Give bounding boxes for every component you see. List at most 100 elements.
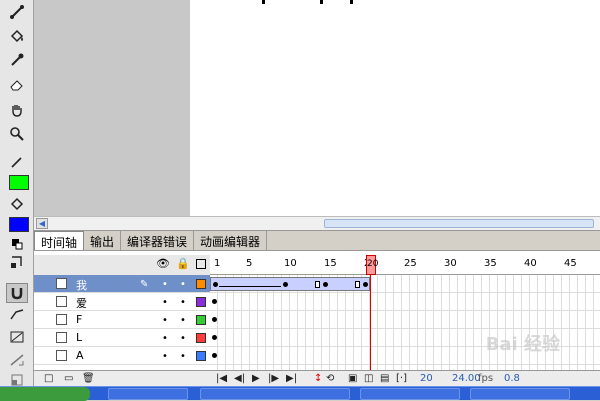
frame-row[interactable] xyxy=(210,311,600,329)
tab-compiler-errors[interactable]: 编译器错误 xyxy=(121,231,195,250)
eye-icon[interactable]: 👁 xyxy=(156,258,170,270)
layer-color-swatch[interactable] xyxy=(196,333,206,343)
play-icon[interactable]: ▶ xyxy=(252,373,260,384)
tween-arrow xyxy=(219,286,281,287)
ruler-label: 35 xyxy=(484,258,497,269)
visible-dot[interactable]: • xyxy=(162,297,168,308)
layer-row[interactable]: 爱 • • xyxy=(34,293,210,311)
fill-bucket-icon[interactable] xyxy=(6,194,28,214)
edit-multiple-icon[interactable]: ▤ xyxy=(380,373,389,384)
empty-frame[interactable] xyxy=(355,281,360,288)
layer-color-swatch[interactable] xyxy=(196,279,206,289)
onion-markers-icon[interactable]: [·] xyxy=(396,373,407,384)
new-folder-icon[interactable]: ▭ xyxy=(64,373,73,384)
tab-motion-editor[interactable]: 动画编辑器 xyxy=(194,231,268,250)
pencil-stroke-icon[interactable] xyxy=(6,152,28,172)
onion-skin-icon[interactable]: ▣ xyxy=(348,373,357,384)
lock-dot[interactable]: • xyxy=(180,279,186,290)
layer-name: 爱 xyxy=(76,297,87,310)
current-frame: 20 xyxy=(420,373,433,384)
layer-color-swatch[interactable] xyxy=(196,351,206,361)
visible-dot[interactable]: • xyxy=(162,351,168,362)
empty-frame[interactable] xyxy=(315,281,320,288)
delete-layer-icon[interactable]: 🗑 xyxy=(82,373,95,384)
lock-icon[interactable]: 🔒 xyxy=(176,258,190,270)
tools-panel xyxy=(0,0,34,392)
ruler-label: 25 xyxy=(404,258,417,269)
layer-row[interactable]: F • • xyxy=(34,311,210,329)
layer-color-swatch[interactable] xyxy=(196,315,206,325)
layer-row[interactable]: 我 ✎ • • xyxy=(34,275,210,293)
rotate-skew-icon[interactable] xyxy=(6,350,28,370)
keyframe[interactable] xyxy=(363,282,368,287)
layer-color-swatch[interactable] xyxy=(196,297,206,307)
prev-frame-icon[interactable]: ◀| xyxy=(234,373,245,384)
new-layer-icon[interactable]: □ xyxy=(44,373,53,384)
visible-dot[interactable]: • xyxy=(162,333,168,344)
outline-icon[interactable] xyxy=(196,259,206,269)
keyframe[interactable] xyxy=(323,282,328,287)
taskbar-button[interactable] xyxy=(360,388,460,400)
frames-grid[interactable] xyxy=(210,275,600,371)
layer-row[interactable]: A • • xyxy=(34,347,210,365)
tab-timeline[interactable]: 时间轴 xyxy=(34,231,85,250)
horizontal-scrollbar[interactable]: ◀ xyxy=(34,216,600,230)
keyframe[interactable] xyxy=(212,353,217,358)
timeline-controls: □ ▭ 🗑 |◀ ◀| ▶ |▶ ▶| ↕ ⟲ ▣ ◫ ▤ [·] 20 24.… xyxy=(34,370,600,386)
lock-dot[interactable]: • xyxy=(180,297,186,308)
onion-outline-icon[interactable]: ◫ xyxy=(364,373,373,384)
black-white-icon[interactable] xyxy=(6,234,28,254)
taskbar xyxy=(0,386,600,401)
fill-color-swatch[interactable] xyxy=(9,217,29,232)
pencil-icon[interactable]: ✎ xyxy=(140,279,148,290)
lock-dot[interactable]: • xyxy=(180,315,186,326)
tab-output[interactable]: 输出 xyxy=(84,231,122,250)
hand-tool-icon[interactable] xyxy=(6,100,28,120)
start-button[interactable] xyxy=(0,387,90,401)
layer-name: L xyxy=(76,331,83,344)
playhead[interactable]: 20 xyxy=(366,255,378,275)
scroll-thumb[interactable] xyxy=(324,219,594,228)
stage-canvas[interactable] xyxy=(190,0,600,216)
lock-dot[interactable]: • xyxy=(180,351,186,362)
elapsed-time: 0.8 xyxy=(504,373,520,384)
ruler-label: 30 xyxy=(444,258,457,269)
visible-dot[interactable]: • xyxy=(162,315,168,326)
keyframe[interactable] xyxy=(283,282,288,287)
straighten-icon[interactable] xyxy=(6,327,28,347)
keyframe[interactable] xyxy=(212,317,217,322)
visible-dot[interactable]: • xyxy=(162,279,168,290)
scroll-left-icon[interactable]: ◀ xyxy=(36,218,48,229)
last-frame-icon[interactable]: ▶| xyxy=(286,373,297,384)
swap-colors-icon[interactable] xyxy=(6,252,28,272)
frame-row[interactable] xyxy=(210,275,600,293)
frame-ruler: 1 5 10 15 20 25 30 35 40 45 xyxy=(210,255,600,275)
loop-icon[interactable]: ⟲ xyxy=(326,373,334,384)
bone-tool-icon[interactable] xyxy=(6,2,28,22)
layer-icon xyxy=(56,314,67,325)
frame-rate[interactable]: 24.00 xyxy=(452,373,481,384)
zoom-tool-icon[interactable] xyxy=(6,124,28,144)
layer-row[interactable]: L • • xyxy=(34,329,210,347)
frame-row[interactable] xyxy=(210,293,600,311)
keyframe[interactable] xyxy=(212,335,217,340)
next-frame-icon[interactable]: |▶ xyxy=(268,373,279,384)
layer-name: 我 xyxy=(76,279,87,292)
eyedropper-tool-icon[interactable] xyxy=(6,50,28,70)
motion-tween-span[interactable] xyxy=(210,277,370,291)
taskbar-button[interactable] xyxy=(470,388,570,400)
smooth-icon[interactable] xyxy=(6,305,28,325)
ruler-label: 5 xyxy=(246,258,253,269)
lock-dot[interactable]: • xyxy=(180,333,186,344)
paint-bucket-tool-icon[interactable] xyxy=(6,26,28,46)
taskbar-button[interactable] xyxy=(200,388,350,400)
taskbar-button[interactable] xyxy=(108,388,188,400)
snap-magnet-icon[interactable] xyxy=(6,283,28,303)
layer-icon xyxy=(56,296,67,307)
stroke-color-swatch[interactable] xyxy=(9,175,29,190)
eraser-tool-icon[interactable] xyxy=(6,74,28,94)
keyframe[interactable] xyxy=(212,299,217,304)
keyframe[interactable] xyxy=(213,282,218,287)
first-frame-icon[interactable]: |◀ xyxy=(216,373,227,384)
loop-marker-icon[interactable]: ↕ xyxy=(314,373,322,384)
